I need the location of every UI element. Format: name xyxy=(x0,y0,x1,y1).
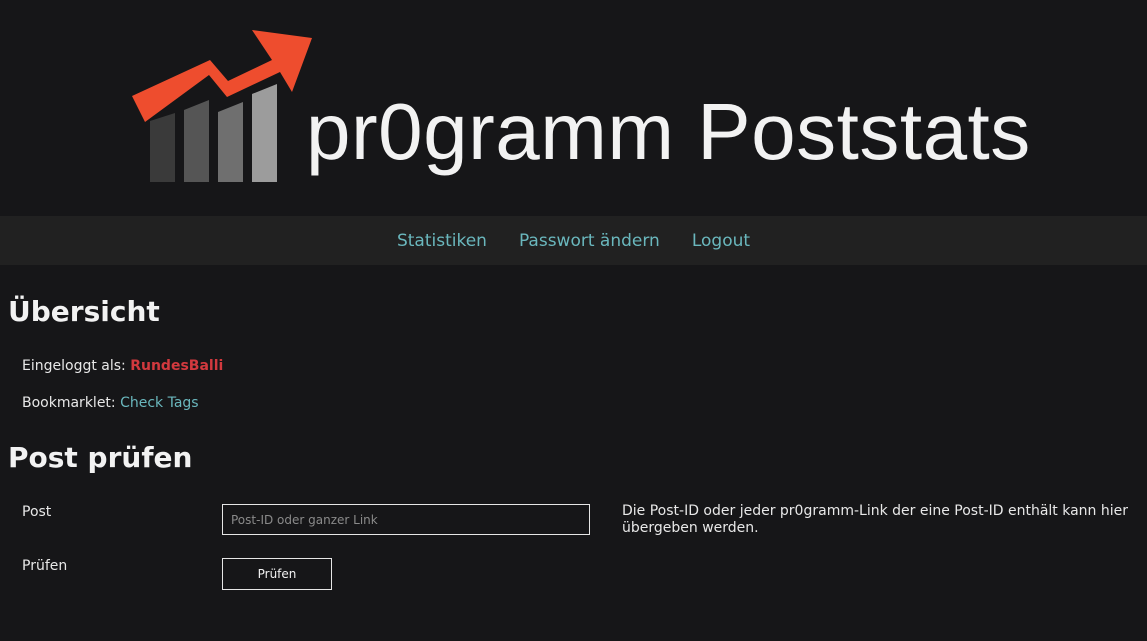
bookmarklet-line: Bookmarklet: Check Tags xyxy=(22,395,199,411)
bookmarklet-label: Bookmarklet: xyxy=(22,395,116,411)
post-hint: Die Post-ID oder jeder pr0gramm-Link der… xyxy=(622,503,1129,536)
bookmarklet-link[interactable]: Check Tags xyxy=(120,395,199,411)
username: RundesBalli xyxy=(130,358,224,374)
post-label: Post xyxy=(22,504,52,520)
logo-bar-2 xyxy=(184,100,209,182)
overview-title: Übersicht xyxy=(8,295,160,328)
check-post-title: Post prüfen xyxy=(8,441,193,474)
nav-link-logout[interactable]: Logout xyxy=(692,231,750,251)
submit-label: Prüfen xyxy=(22,558,68,574)
header: pr0gramm Poststats xyxy=(0,0,1147,216)
logo-title: pr0gramm Poststats xyxy=(306,87,1031,176)
logged-in-label: Eingeloggt als: xyxy=(22,358,126,374)
check-button[interactable]: Prüfen xyxy=(222,558,332,590)
logo-arrow xyxy=(132,30,312,122)
logo-bar-1 xyxy=(150,113,175,182)
nav-link-passwort-aendern[interactable]: Passwort ändern xyxy=(519,231,660,251)
rising-bar-chart-arrow-icon xyxy=(132,30,312,182)
post-input[interactable] xyxy=(222,504,590,535)
main-nav: Statistiken Passwort ändern Logout xyxy=(0,216,1147,265)
logo-bar-3 xyxy=(218,102,243,182)
logged-in-line: Eingeloggt als: RundesBalli xyxy=(22,358,223,374)
logo-bar-4 xyxy=(252,84,277,182)
nav-link-statistiken[interactable]: Statistiken xyxy=(397,231,487,251)
